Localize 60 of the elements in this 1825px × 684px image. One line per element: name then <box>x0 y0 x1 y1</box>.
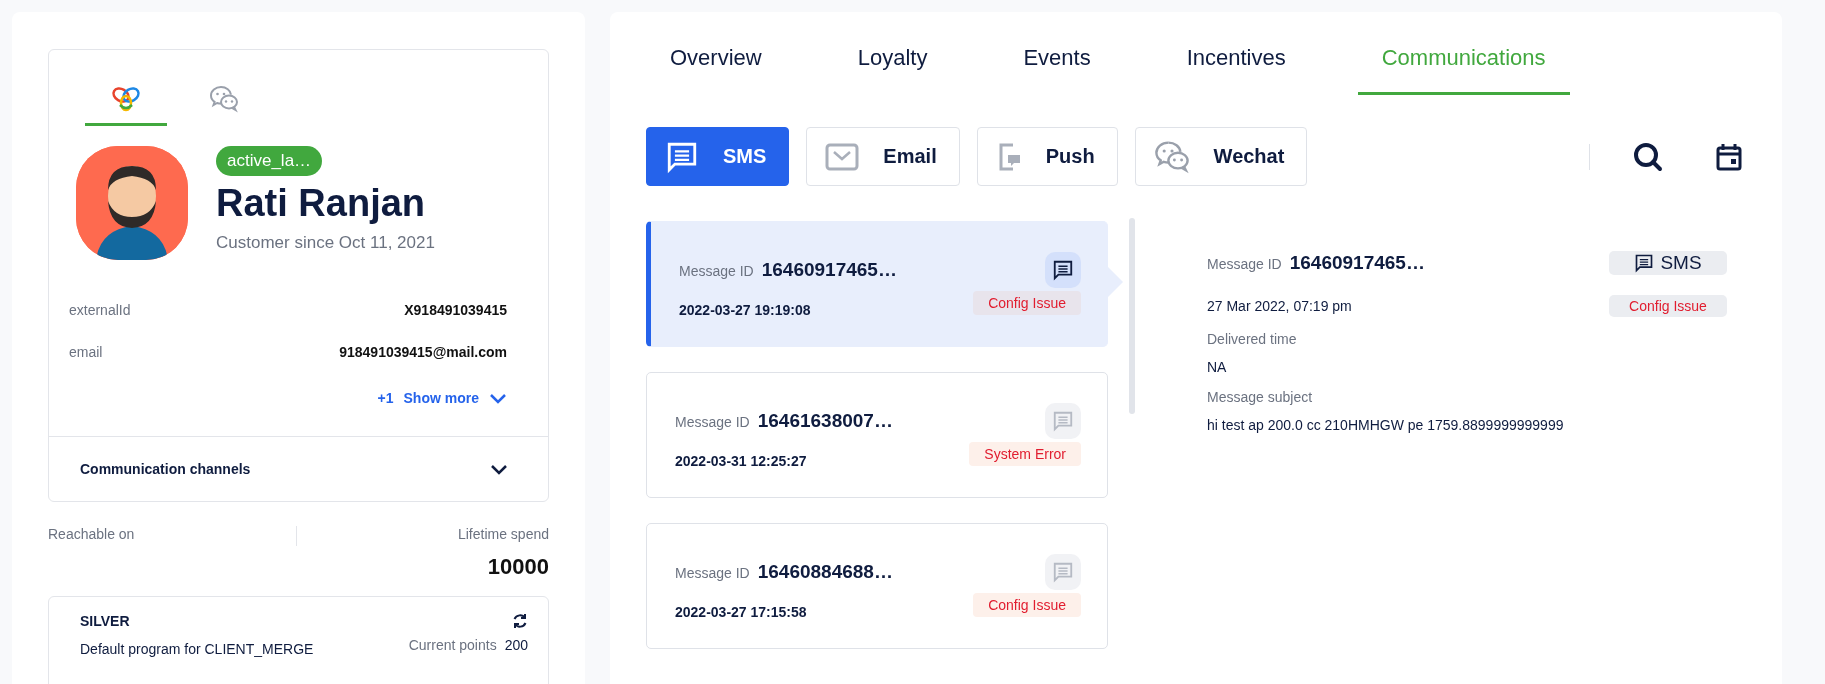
sms-icon <box>1052 259 1074 281</box>
message-time: 2022-03-31 12:25:27 <box>675 453 807 469</box>
segment-tag: active_la… <box>216 146 323 176</box>
id-label: Message ID <box>675 565 750 581</box>
chat-bubbles-icon <box>209 83 239 114</box>
stat-value: 10000 <box>486 554 549 580</box>
field-value: 918491039415@mail.com <box>339 344 507 360</box>
field-label: externalId <box>69 302 131 318</box>
message-card[interactable]: Message ID 16461638007… 2022-03-31 12:25:27 System Error <box>646 372 1108 498</box>
detail-label: Delivered time <box>1207 331 1298 347</box>
message-time: 2022-03-27 19:19:08 <box>679 302 811 318</box>
message-time: 2022-03-27 17:15:58 <box>675 604 807 620</box>
nav-tab[interactable]: Events <box>999 12 1115 95</box>
chevron-down-icon[interactable] <box>490 463 508 475</box>
logo-icon <box>111 85 141 112</box>
chat-bubbles-icon <box>1153 138 1190 175</box>
message-date: 27 Mar 2022, 07:19 pm <box>1207 298 1352 314</box>
status-badge: Config Issue <box>1609 295 1727 317</box>
sms-icon <box>1634 253 1655 273</box>
points-value: 200 <box>504 637 528 653</box>
points-label: Current points <box>408 637 497 653</box>
message-id: 16460917465… <box>761 259 897 280</box>
message-card[interactable]: Message ID 16460917465… 2022-03-27 19:19:08 Config Issue <box>646 221 1108 347</box>
more-count: +1 <box>377 390 394 406</box>
id-label: Message ID <box>679 263 754 279</box>
channel-badge: SMS <box>1609 251 1727 275</box>
customer-name: Rati Ranjan <box>216 182 427 225</box>
channel-button[interactable]: Email <box>806 127 960 186</box>
chevron-down-icon <box>489 392 507 404</box>
show-more-link[interactable]: Show more <box>403 390 479 406</box>
id-label: Message ID <box>675 414 750 430</box>
envelope-icon <box>825 142 860 171</box>
message-id: 16460917465… <box>1289 252 1425 273</box>
status-badge: Config Issue <box>973 593 1081 617</box>
field-value: X918491039415 <box>404 302 507 318</box>
program-name: Default program for CLIENT_MERGE <box>80 641 314 657</box>
message-id: 16461638007… <box>757 410 893 431</box>
detail-value: NA <box>1207 359 1228 375</box>
field-label: email <box>69 344 103 360</box>
message-id: 16460884688… <box>757 561 893 582</box>
detail-value: hi test ap 200.0 cc 210HMHGW pe 1759.8899999999999 <box>1207 417 1565 433</box>
stat-label: Reachable on <box>48 526 135 544</box>
channel-button[interactable]: Push <box>976 127 1118 186</box>
id-label: Message ID <box>1207 256 1282 272</box>
nav-tab[interactable]: Loyalty <box>833 12 952 95</box>
channel-button[interactable]: Wechat <box>1134 127 1308 186</box>
stat-label: Lifetime spend <box>457 526 549 544</box>
sms-icon <box>1052 561 1074 583</box>
section-title: Communication channels <box>80 461 251 477</box>
customer-since: Customer since Oct 11, 2021 <box>216 233 435 253</box>
detail-label: Message subject <box>1207 389 1314 405</box>
refresh-icon[interactable] <box>512 613 528 629</box>
tier-name: SILVER <box>80 613 131 629</box>
channel-button[interactable]: SMS <box>646 127 790 186</box>
sms-icon <box>1052 410 1074 432</box>
nav-tab[interactable]: Incentives <box>1162 12 1310 95</box>
nav-tab[interactable]: Overview <box>646 12 786 95</box>
status-badge: Config Issue <box>973 291 1081 315</box>
message-card[interactable]: Message ID 16460884688… 2022-03-27 17:15:58 Config Issue <box>646 523 1108 649</box>
status-badge: System Error <box>969 442 1081 466</box>
